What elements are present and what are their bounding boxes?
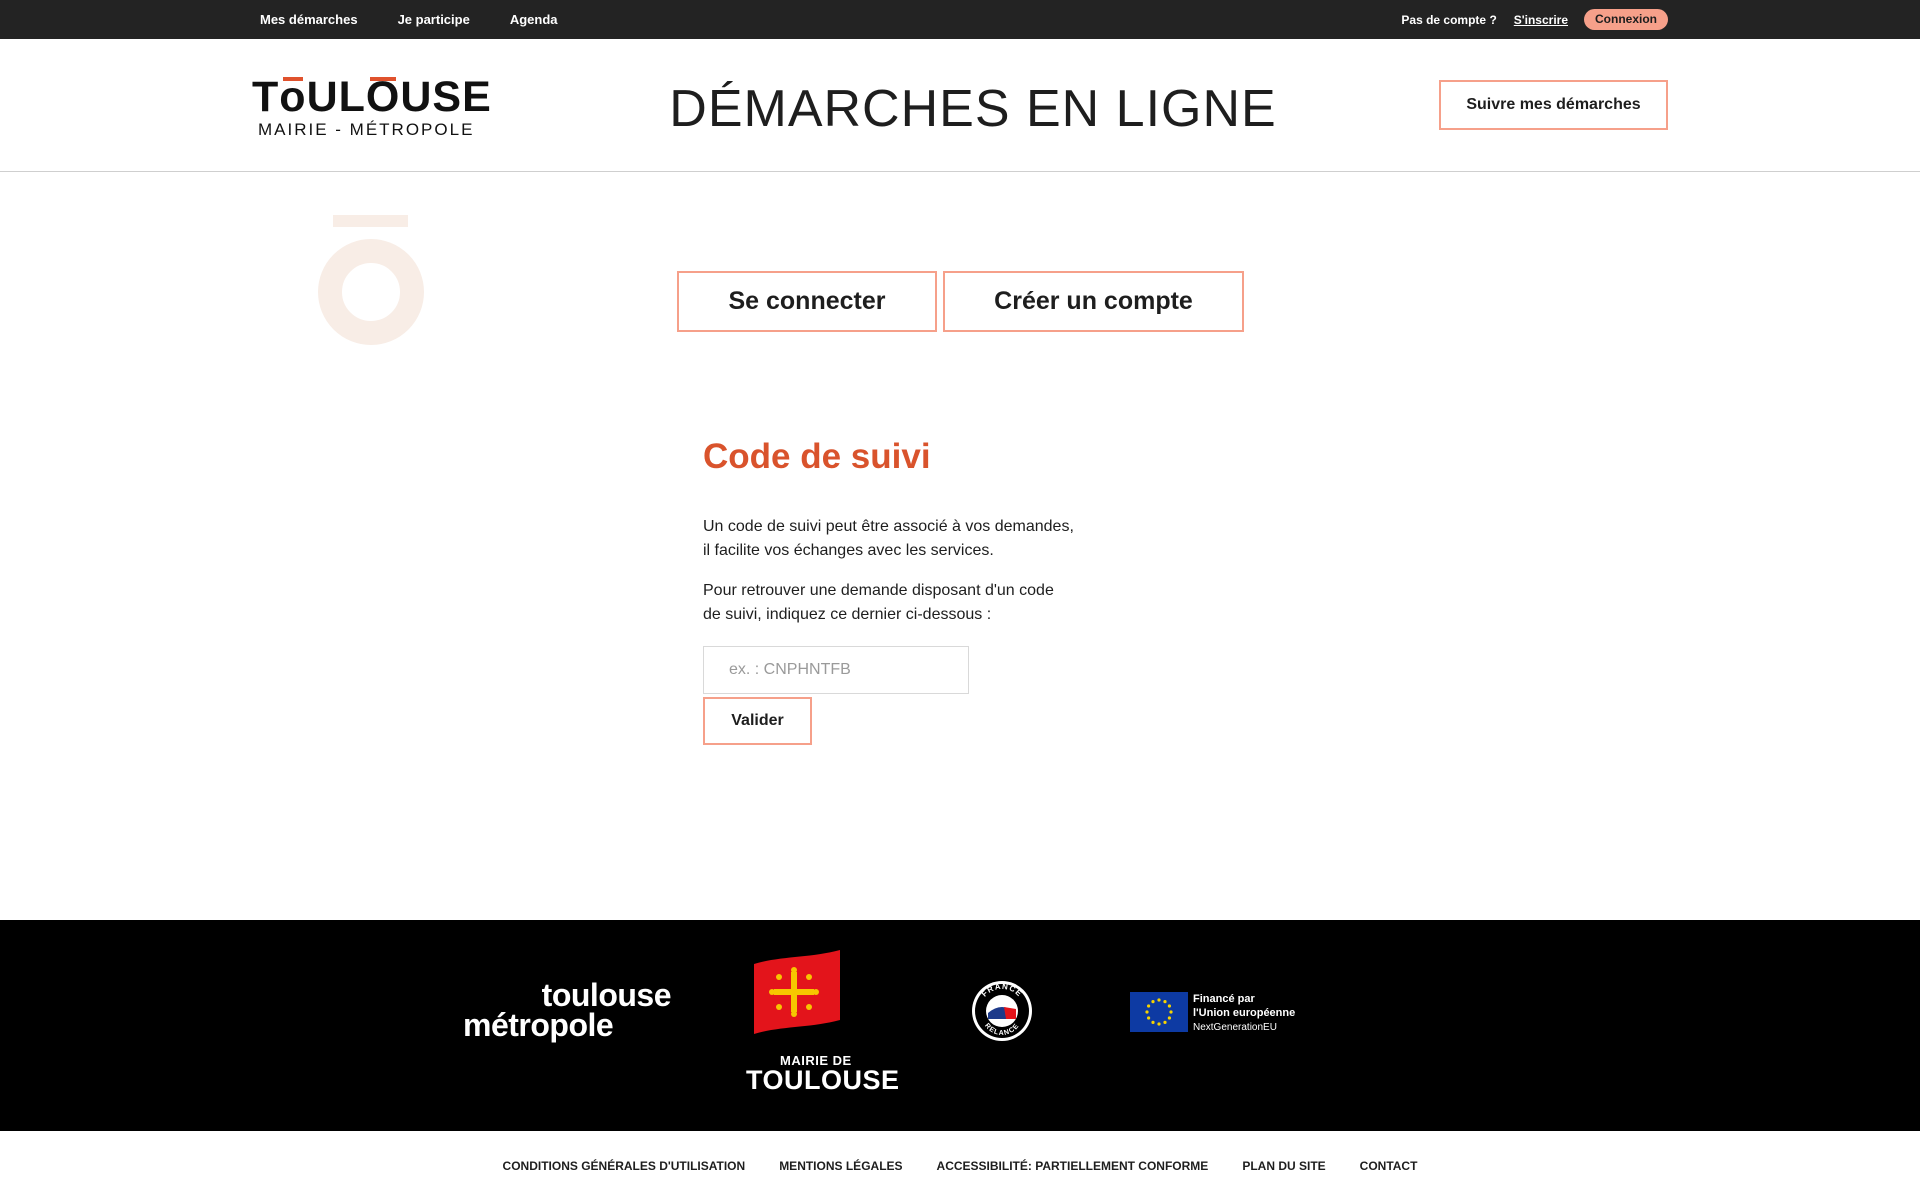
occitan-flag-icon bbox=[754, 950, 840, 1034]
tracking-instructions: Pour retrouver une demande disposant d'u… bbox=[703, 582, 1054, 623]
toulouse-logo[interactable]: To UL O USE MAIRIE - MÉTROPOLE bbox=[252, 73, 492, 139]
top-bar: Mes démarches Je participe Agenda Pas de… bbox=[0, 0, 1920, 39]
follow-demarches-button[interactable]: Suivre mes démarches bbox=[1439, 80, 1668, 130]
site-header: To UL O USE MAIRIE - MÉTROPOLE DÉMARCHES EN… bbox=[0, 39, 1920, 172]
nav-mes-demarches[interactable]: Mes démarches bbox=[260, 12, 358, 27]
link-plan-du-site[interactable]: PLAN DU SITE bbox=[1242, 1159, 1325, 1173]
metro-logo-line1: toulouse bbox=[541, 977, 672, 1013]
logo-subtitle: MAIRIE - MÉTROPOLE bbox=[258, 120, 475, 139]
tracking-description: Un code de suivi peut être associé à vos… bbox=[703, 518, 1074, 559]
eu-funding-logo[interactable]: Financé par l'Union européenne NextGener… bbox=[1130, 992, 1350, 1038]
tracking-code-section: Code de suivi Un code de suivi peut être… bbox=[703, 433, 1123, 745]
top-nav: Mes démarches Je participe Agenda bbox=[260, 0, 598, 39]
link-accessibilite[interactable]: ACCESSIBILITÉ: PARTIELLEMENT CONFORME bbox=[937, 1159, 1209, 1173]
eu-funding-text: Financé par l'Union européenne NextGener… bbox=[1193, 993, 1296, 1033]
tracking-title: Code de suivi bbox=[703, 437, 931, 476]
signup-link[interactable]: S'inscrire bbox=[1514, 13, 1568, 27]
france-relance-logo[interactable]: FRANCE RELANCE bbox=[970, 979, 1034, 1043]
tracking-code-input[interactable] bbox=[703, 646, 969, 694]
nav-agenda[interactable]: Agenda bbox=[510, 12, 558, 27]
page-title: DÉMARCHES EN LIGNE bbox=[669, 80, 1277, 138]
account-links: Pas de compte ? S'inscrire Connexion bbox=[1401, 0, 1668, 39]
decorative-o-icon bbox=[318, 215, 424, 345]
mairie-logo-line2: TOULOUSE bbox=[746, 1065, 900, 1095]
no-account-text: Pas de compte ? bbox=[1401, 12, 1497, 27]
login-button[interactable]: Se connecter bbox=[677, 271, 937, 332]
logo-o-letter: o bbox=[279, 73, 307, 121]
footer: toulouse métropole MAIRIE DE TOULOUSE FR… bbox=[0, 920, 1920, 1131]
eu-flag-icon bbox=[1130, 992, 1188, 1032]
nav-je-participe[interactable]: Je participe bbox=[398, 12, 470, 27]
decorative-o-bar bbox=[333, 215, 408, 227]
footer-links: CONDITIONS GÉNÉRALES D'UTILISATION MENTI… bbox=[0, 1131, 1920, 1200]
connexion-button[interactable]: Connexion bbox=[1584, 9, 1668, 30]
link-contact[interactable]: CONTACT bbox=[1360, 1159, 1418, 1173]
link-cgu[interactable]: CONDITIONS GÉNÉRALES D'UTILISATION bbox=[503, 1159, 746, 1173]
toulouse-metropole-logo[interactable]: toulouse métropole bbox=[463, 977, 673, 1050]
validate-button[interactable]: Valider bbox=[703, 697, 812, 745]
logo-o-letter-2: O bbox=[365, 73, 401, 121]
link-mentions-legales[interactable]: MENTIONS LÉGALES bbox=[779, 1159, 902, 1173]
decorative-o-ring bbox=[318, 239, 424, 345]
logo-wordmark: To UL O USE bbox=[252, 73, 492, 121]
create-account-button[interactable]: Créer un compte bbox=[943, 271, 1244, 332]
mairie-de-toulouse-logo[interactable]: MAIRIE DE TOULOUSE bbox=[746, 950, 899, 1094]
metro-logo-line2: métropole bbox=[463, 1007, 614, 1043]
